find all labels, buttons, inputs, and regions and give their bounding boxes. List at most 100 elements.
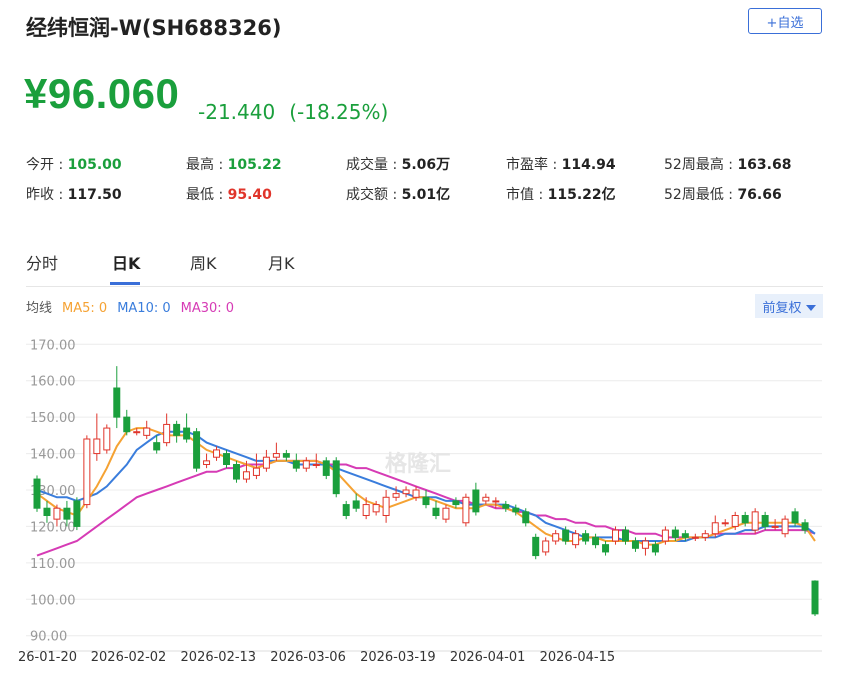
candle-body bbox=[242, 471, 250, 480]
y-tick-label: 90.00 bbox=[30, 630, 67, 645]
stat-low-label: 最低 : bbox=[186, 187, 228, 203]
ma10-legend: MA10: 0 bbox=[117, 301, 171, 316]
active-tab-indicator bbox=[110, 282, 140, 285]
candle-body bbox=[701, 533, 709, 538]
candle-body bbox=[522, 511, 530, 524]
price-adjust-dropdown[interactable]: 前复权 bbox=[755, 294, 823, 318]
candle-body bbox=[203, 460, 211, 466]
ma30-legend: MA30: 0 bbox=[180, 301, 235, 316]
candle-body bbox=[83, 438, 91, 506]
tabs-divider bbox=[26, 286, 823, 287]
candle-body bbox=[602, 544, 610, 553]
stat-high: 最高 : 105.22 bbox=[186, 154, 282, 174]
add-watchlist-button[interactable]: +自选 bbox=[748, 8, 822, 34]
candle-body bbox=[53, 507, 61, 520]
candle-body bbox=[432, 507, 440, 516]
stat-prev-close-value: 117.50 bbox=[67, 187, 122, 203]
candle-body bbox=[622, 529, 629, 542]
candle-body bbox=[671, 529, 679, 538]
candle-body bbox=[382, 496, 390, 517]
x-tick-label: 26-01-20 bbox=[18, 650, 77, 665]
stat-volume: 成交量 : 5.06万 bbox=[346, 154, 450, 174]
candle-body bbox=[482, 496, 490, 502]
candle-body bbox=[372, 504, 380, 513]
candle-body bbox=[691, 536, 699, 539]
candle-body bbox=[252, 467, 260, 476]
tab-intraday[interactable]: 分时 bbox=[26, 250, 58, 274]
watermark-logo: 格隆汇 bbox=[385, 451, 451, 477]
candle-body bbox=[592, 536, 600, 546]
candle-body bbox=[282, 453, 290, 458]
stat-pe: 市盈率 : 114.94 bbox=[506, 154, 616, 174]
y-tick-label: 110.00 bbox=[30, 557, 76, 572]
candle-body bbox=[711, 522, 719, 535]
stat-low: 最低 : 95.40 bbox=[186, 184, 272, 204]
stat-high-label: 最高 : bbox=[186, 157, 228, 173]
candle-body bbox=[302, 460, 310, 469]
stat-high-value: 105.22 bbox=[227, 157, 282, 173]
price-adjust-label: 前复权 bbox=[762, 300, 802, 316]
y-tick-label: 150.00 bbox=[30, 411, 76, 426]
caret-down-icon bbox=[805, 305, 816, 311]
stat-52w-low-value: 76.66 bbox=[737, 187, 782, 203]
candle-body bbox=[562, 529, 570, 542]
x-tick-label: 2026-03-06 bbox=[270, 650, 346, 665]
stat-turnover: 成交额 : 5.01亿 bbox=[346, 184, 450, 204]
candle-body bbox=[63, 507, 71, 520]
ma5-legend: MA5: 0 bbox=[62, 301, 108, 316]
candle-body bbox=[133, 431, 141, 434]
tab-monthly-k[interactable]: 月K bbox=[268, 250, 295, 274]
candle-body bbox=[322, 460, 330, 476]
candle-body bbox=[223, 453, 230, 465]
candle-body bbox=[582, 533, 590, 542]
tab-daily-k[interactable]: 日K bbox=[112, 250, 140, 274]
candle-body bbox=[462, 496, 470, 524]
candle-body bbox=[452, 500, 460, 506]
stat-prev-close-label: 昨收 : bbox=[26, 187, 68, 203]
candle-body bbox=[123, 416, 131, 433]
candle-body bbox=[771, 525, 779, 528]
kline-chart[interactable]: 170.00160.00150.00140.00130.00120.00110.… bbox=[0, 325, 857, 675]
stat-turnover-value: 5.01亿 bbox=[401, 187, 451, 203]
y-tick-label: 170.00 bbox=[30, 338, 76, 353]
y-tick-label: 100.00 bbox=[30, 593, 76, 608]
candle-body bbox=[143, 427, 151, 436]
candle-body bbox=[422, 496, 430, 506]
stock-title: 经纬恒润-W(SH688326) bbox=[26, 16, 282, 40]
candle-body bbox=[93, 438, 101, 455]
candle-body bbox=[332, 460, 340, 495]
candle-body bbox=[43, 507, 51, 516]
candle-body bbox=[631, 540, 639, 549]
candle-body bbox=[213, 449, 221, 458]
candle-body bbox=[542, 540, 550, 553]
candle-body bbox=[801, 522, 809, 531]
stat-low-value: 95.40 bbox=[227, 187, 272, 203]
candle-body bbox=[262, 456, 270, 469]
candle-body bbox=[751, 511, 759, 531]
candle-body bbox=[153, 442, 161, 451]
candle-body bbox=[761, 515, 769, 527]
candle-body bbox=[512, 507, 520, 513]
x-tick-label: 2026-04-15 bbox=[540, 650, 616, 665]
candle-body bbox=[681, 533, 689, 538]
stat-52w-high-value: 163.68 bbox=[737, 157, 792, 173]
candle-body bbox=[392, 493, 400, 498]
candle-body bbox=[661, 529, 669, 542]
stat-52w-high-label: 52周最高 : bbox=[664, 157, 738, 173]
candle-body bbox=[183, 427, 191, 440]
candle-body bbox=[641, 540, 649, 549]
stat-open: 今开 : 105.00 bbox=[26, 154, 122, 174]
candle-body bbox=[552, 533, 560, 542]
tab-weekly-k[interactable]: 周K bbox=[190, 250, 217, 274]
stat-52w-low: 52周最低 : 76.66 bbox=[664, 184, 782, 204]
candle-body bbox=[33, 478, 41, 509]
candle-body bbox=[412, 489, 420, 498]
candle-body bbox=[492, 500, 500, 503]
candle-body bbox=[791, 511, 799, 524]
candle-body bbox=[532, 536, 540, 557]
stat-open-value: 105.00 bbox=[67, 157, 122, 173]
candle-body bbox=[232, 464, 240, 480]
candle-body bbox=[502, 504, 510, 509]
candle-body bbox=[651, 544, 659, 553]
x-tick-label: 2026-02-02 bbox=[91, 650, 167, 665]
